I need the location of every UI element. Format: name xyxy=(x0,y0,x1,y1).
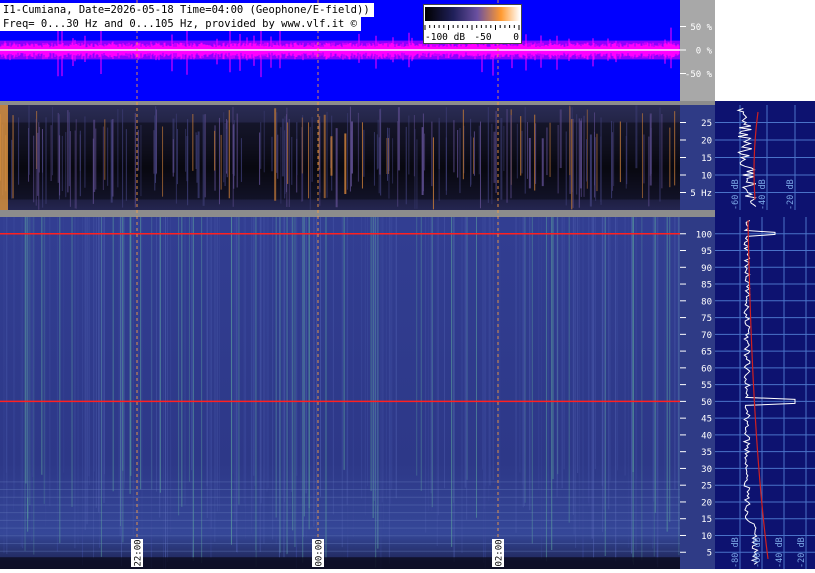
high-tick-label: 90 xyxy=(701,264,712,274)
high-tick-label: 20 xyxy=(701,498,712,508)
waveform-tick-label: 0 % xyxy=(696,47,713,57)
header-line-1: I1-Cumiana, Date=2026-05-18 Time=04:00 (… xyxy=(0,3,374,17)
spectrum-high-label: -20 dB xyxy=(797,537,807,568)
colorbar-tick-label: 0 xyxy=(513,32,519,43)
high-tick-label: 15 xyxy=(701,515,712,525)
waveform-tick-label: -50 % xyxy=(685,70,713,80)
panel-separator xyxy=(0,210,715,217)
vlf-display: 50 % 0 % -50 % 25 20 15 10 5 Hz 100 95 90 85 80 75 7… xyxy=(0,0,815,569)
high-tick-label: 100 xyxy=(696,230,712,240)
time-label: 02:00 xyxy=(495,539,505,566)
spectrum-low-label: -40 dB xyxy=(758,179,768,210)
high-tick-label: 40 xyxy=(701,431,712,441)
high-tick-label: 25 xyxy=(701,482,712,492)
high-tick-label: 80 xyxy=(701,297,712,307)
spectrum-low-label: -60 dB xyxy=(731,179,741,210)
colorbar: -100 dB -50 0 xyxy=(423,4,522,44)
high-tick-label: 70 xyxy=(701,331,712,341)
colorbar-gradient xyxy=(425,7,520,21)
colorbar-tick-label: -50 xyxy=(474,32,491,43)
high-tick-label: 50 xyxy=(701,398,712,408)
spectrum-panel-top xyxy=(715,0,815,101)
high-tick-label: 5 xyxy=(707,549,712,559)
low-tick-label: 20 xyxy=(701,137,712,147)
high-tick-label: 45 xyxy=(701,415,712,425)
spectrogram-display: 50 %0 %-50 % 252015105 Hz 10095908580757… xyxy=(0,0,815,569)
high-tick-label: 30 xyxy=(701,465,712,475)
spectrum-high-label: -60 dB xyxy=(753,537,763,568)
colorbar-ticks: -100 dB -50 0 xyxy=(424,25,520,43)
colorbar-tick-label: -100 dB xyxy=(425,32,465,43)
high-tick-label: 55 xyxy=(701,381,712,391)
high-tick-label: 75 xyxy=(701,314,712,324)
high-tick-label: 85 xyxy=(701,281,712,291)
low-tick-label: 25 xyxy=(701,119,712,129)
high-tick-label: 65 xyxy=(701,348,712,358)
spectrum-high-label: -40 dB xyxy=(775,537,785,568)
spectrum-high-label: -80 dB xyxy=(731,537,741,568)
high-tick-label: 95 xyxy=(701,247,712,257)
colorbar-graphic: -100 dB -50 0 xyxy=(424,7,520,43)
high-tick-label: 60 xyxy=(701,364,712,374)
high-bottom-dark xyxy=(0,557,680,569)
high-tick-label: 35 xyxy=(701,448,712,458)
time-label: 00:00 xyxy=(315,539,325,566)
low-tick-label: 15 xyxy=(701,154,712,164)
spectrum-low-label: -20 dB xyxy=(786,179,796,210)
low-tick-label: 5 Hz xyxy=(690,189,712,199)
header-line-2: Freq= 0...30 Hz and 0...105 Hz, provided… xyxy=(0,17,362,31)
time-label: 22:00 xyxy=(134,539,144,566)
low-dark-band xyxy=(0,122,680,200)
high-tick-label: 10 xyxy=(701,532,712,542)
low-edge-burst xyxy=(0,105,8,210)
spectrum-panel-high xyxy=(715,217,815,569)
low-tick-label: 10 xyxy=(701,172,712,182)
waveform-tick-label: 50 % xyxy=(690,23,712,33)
panel-separator xyxy=(0,101,715,105)
